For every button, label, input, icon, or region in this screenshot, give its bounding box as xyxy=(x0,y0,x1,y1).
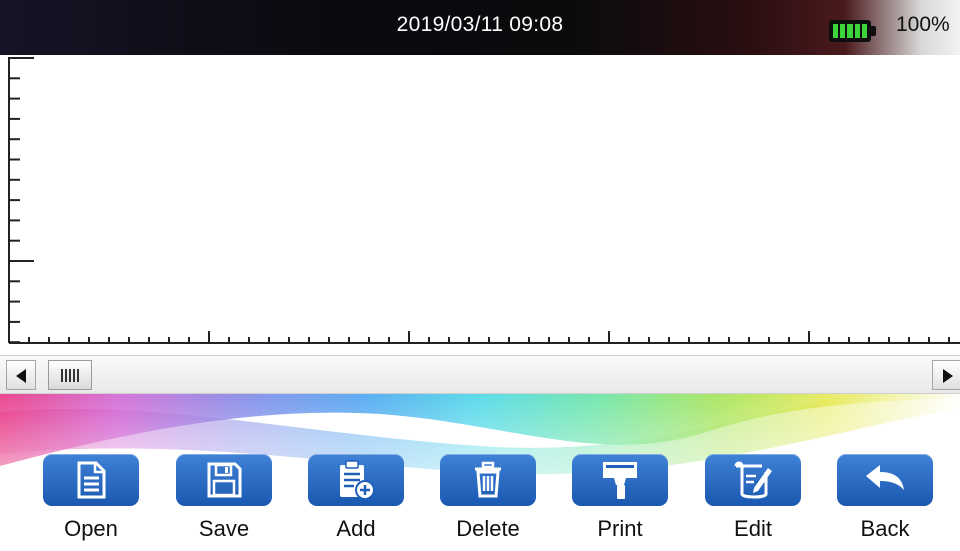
open-label: Open xyxy=(64,516,118,541)
datetime-display: 2019/03/11 09:08 xyxy=(396,13,564,36)
add-label: Add xyxy=(336,516,376,541)
grip-icon xyxy=(61,369,79,382)
save-button[interactable]: Save xyxy=(176,454,272,551)
back-arrow-icon xyxy=(866,465,904,490)
edit-button-face[interactable] xyxy=(705,454,801,506)
canvas-rulers xyxy=(8,57,960,344)
floppy-disk-icon xyxy=(207,462,242,498)
trash-icon xyxy=(475,461,501,498)
horizontal-scrollbar[interactable] xyxy=(0,355,960,394)
open-button[interactable]: Open xyxy=(43,454,139,551)
delete-button[interactable]: Delete xyxy=(440,454,536,551)
scroll-left-button[interactable] xyxy=(6,360,36,390)
clipboard-add-icon xyxy=(340,460,375,500)
battery-icon xyxy=(829,20,871,42)
back-button-face[interactable] xyxy=(837,454,933,506)
back-button[interactable]: Back xyxy=(837,454,933,551)
status-bar: 2019/03/11 09:08 100% xyxy=(0,0,960,55)
handheld-printer-icon xyxy=(603,462,637,499)
horizontal-ruler xyxy=(8,331,960,344)
battery-percentage: 100% xyxy=(896,13,950,36)
vertical-ruler xyxy=(8,57,34,344)
arrow-left-icon xyxy=(16,369,26,383)
open-button-face[interactable] xyxy=(43,454,139,506)
delete-label: Delete xyxy=(456,516,520,541)
edit-button[interactable]: Edit xyxy=(705,454,801,551)
delete-button-face[interactable] xyxy=(440,454,536,506)
print-button-face[interactable] xyxy=(572,454,668,506)
battery-terminal xyxy=(871,26,876,36)
scroll-right-button[interactable] xyxy=(932,360,960,390)
print-label: Print xyxy=(597,516,643,541)
add-button-face[interactable] xyxy=(308,454,404,506)
document-icon xyxy=(77,461,106,499)
back-label: Back xyxy=(860,516,910,541)
add-button[interactable]: Add xyxy=(308,454,404,551)
edit-label: Edit xyxy=(734,516,772,541)
print-button[interactable]: Print xyxy=(572,454,668,551)
scroll-thumb[interactable] xyxy=(48,360,92,390)
save-button-face[interactable] xyxy=(176,454,272,506)
bottom-toolbar: Open Save Add Delete Print Edit Back xyxy=(0,394,960,551)
arrow-right-icon xyxy=(943,369,953,383)
scroll-pencil-icon xyxy=(734,461,772,499)
save-label: Save xyxy=(198,516,250,541)
